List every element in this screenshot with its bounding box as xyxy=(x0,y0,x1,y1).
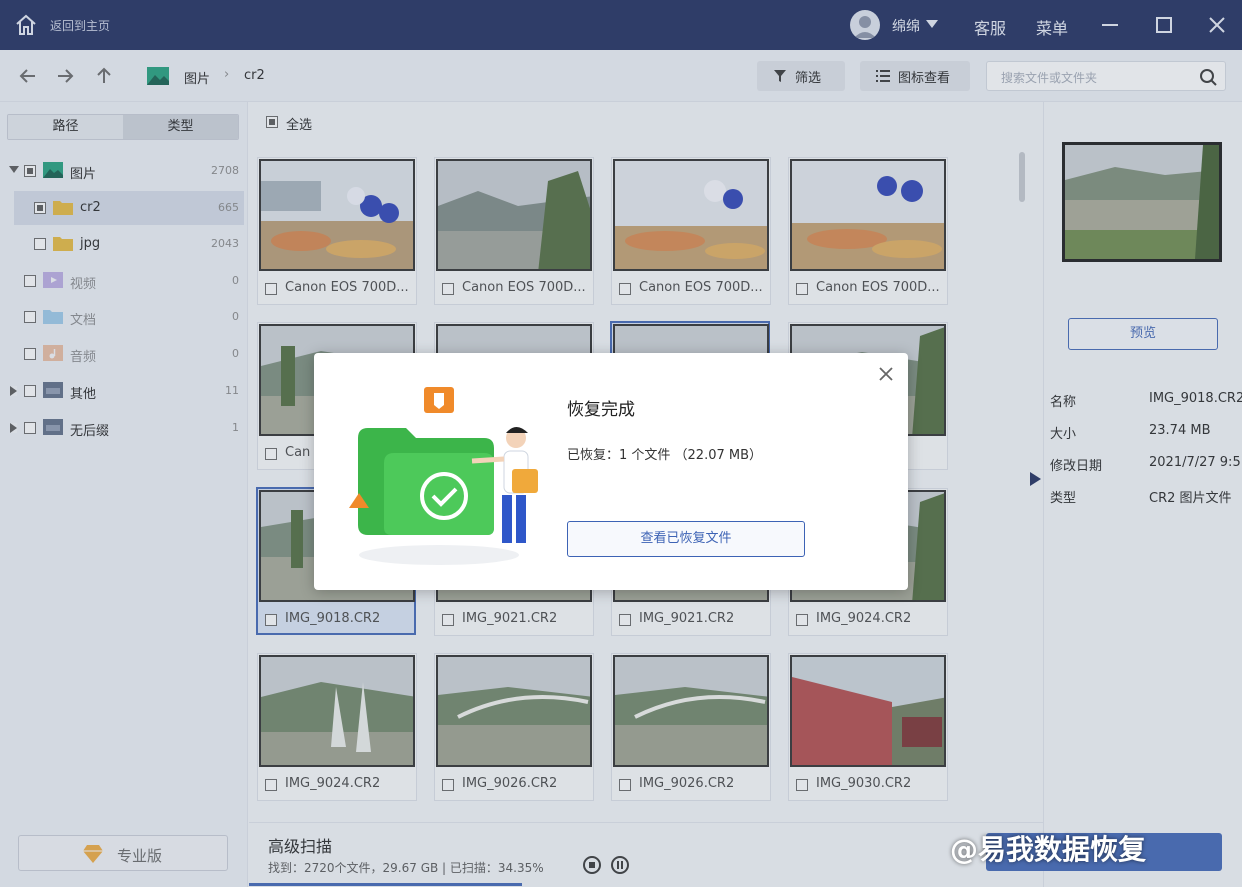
recovery-complete-dialog: 恢复完成 已恢复：1 个文件 （22.07 MB） 查看已恢复文件 xyxy=(314,353,908,590)
dialog-title: 恢复完成 xyxy=(567,400,635,420)
recovery-success-illustration xyxy=(349,387,538,565)
close-icon[interactable] xyxy=(877,365,895,383)
dialog-info: 已恢复：1 个文件 （22.07 MB） xyxy=(567,448,763,463)
watermark: @易我数据恢复 xyxy=(950,833,1147,866)
view-recovered-files-button[interactable]: 查看已恢复文件 xyxy=(567,521,805,557)
